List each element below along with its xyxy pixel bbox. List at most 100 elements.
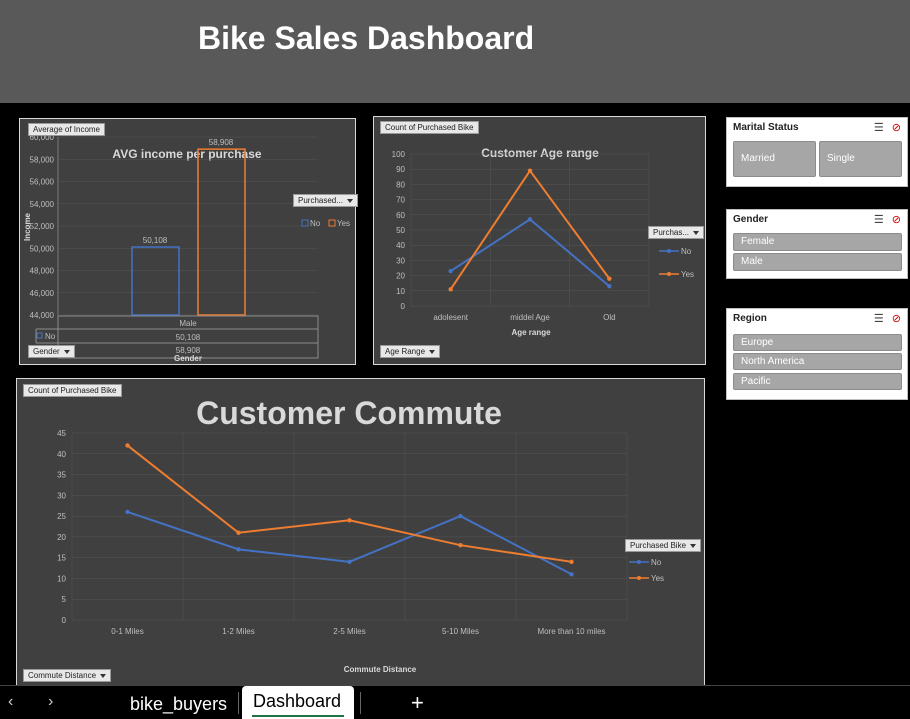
series-line-yes — [126, 444, 572, 563]
income-ytick-label: 52,000 — [30, 222, 55, 231]
commute-count-field-button[interactable]: Count of Purchased Bike — [23, 384, 122, 397]
slicer-item-single[interactable]: Single — [819, 141, 902, 177]
age-chart-svg: Customer Age range 0 10 20 30 40 50 60 70 80 90 10… — [392, 146, 694, 337]
clear-filter-icon[interactable]: ⊘ — [892, 122, 901, 134]
gender-field-button[interactable]: Gender — [28, 345, 75, 358]
income-chart-panel[interactable]: AVG income per purchase Income 44,000 46,… — [19, 118, 358, 365]
income-ytick-label: 48,000 — [30, 267, 55, 276]
clear-filter-icon[interactable]: ⊘ — [892, 214, 901, 226]
chevron-right-icon[interactable]: › — [48, 693, 53, 711]
ytick-label: 40 — [396, 241, 405, 250]
multi-select-icon[interactable]: ☰ — [874, 214, 884, 226]
income-bar-yes — [197, 148, 246, 316]
slicer-item-married[interactable]: Married — [733, 141, 816, 177]
income-bar-label: 58,908 — [209, 138, 234, 147]
ytick-label: 15 — [57, 554, 66, 563]
income-ytick-label: 54,000 — [30, 200, 55, 209]
xtick-label: 0-1 Miles — [111, 627, 143, 636]
ytick-label: 5 — [62, 595, 67, 604]
commute-purchased-filter-label: Purchased Bike — [630, 541, 687, 550]
slicer-item-male[interactable]: Male — [733, 253, 902, 271]
data-point — [607, 276, 612, 281]
table-no-label: No — [45, 332, 56, 341]
chevron-left-icon[interactable]: ‹ — [8, 693, 13, 711]
marital-status-slicer[interactable]: Marital Status ☰ ⊘ Married Single — [726, 117, 908, 187]
dropdown-icon — [429, 349, 436, 354]
income-chart-svg: AVG income per purchase Income 44,00046,… — [23, 133, 350, 363]
region-slicer[interactable]: Region ☰ ⊘ Europe North America Pacific — [726, 308, 908, 400]
ytick-label: 30 — [57, 491, 66, 500]
commute-chart-title: Customer Commute — [196, 395, 502, 431]
income-bar-label: 50,108 — [143, 236, 168, 245]
income-ytick-label: 50,000 — [30, 244, 55, 253]
filter-icon — [63, 349, 70, 354]
age-chart-panel[interactable]: Customer Age range 0 10 20 30 40 50 60 70 80 90 10… — [373, 116, 706, 365]
data-point — [125, 509, 130, 515]
commute-legend-no: No — [651, 558, 662, 567]
commute-purchased-filter-button[interactable]: Purchased Bike — [625, 539, 702, 552]
add-sheet-button[interactable]: + — [411, 690, 424, 716]
ytick-label: 30 — [396, 256, 405, 265]
count-purchased-field-button[interactable]: Count of Purchased Bike — [380, 121, 479, 134]
tab-dashboard[interactable]: Dashboard — [242, 686, 354, 719]
dropdown-icon — [693, 230, 700, 235]
multi-select-icon[interactable]: ☰ — [874, 122, 884, 134]
commute-chart-panel[interactable]: Customer Commute 0 5 10 15 20 25 30 35 40 45 0-1 M… — [16, 378, 705, 688]
ytick-label: 20 — [396, 272, 405, 281]
data-point — [347, 559, 352, 565]
xtick-label: Old — [603, 313, 615, 322]
ytick-label: 70 — [396, 196, 405, 205]
xtick-label: More than 10 miles — [537, 627, 605, 636]
ytick-label: 100 — [392, 150, 406, 159]
table-header: Male — [179, 319, 197, 328]
age-range-field-button[interactable]: Age Range — [380, 345, 441, 358]
slicer-item-europe[interactable]: Europe — [733, 334, 902, 351]
ytick-label: 50 — [396, 226, 405, 235]
slicer-item-pacific[interactable]: Pacific — [733, 373, 902, 390]
ytick-label: 45 — [57, 429, 66, 438]
age-purchased-filter-button[interactable]: Purchas... — [648, 226, 705, 239]
slicer-item-female[interactable]: Female — [733, 233, 902, 251]
slicer-item-north-america[interactable]: North America — [733, 353, 902, 370]
dropdown-icon — [100, 673, 107, 678]
income-bar-no — [131, 246, 180, 316]
average-income-field-button[interactable]: Average of Income — [28, 123, 106, 136]
age-xlabel: Age range — [511, 328, 551, 337]
income-ytick-label: 58,000 — [30, 155, 55, 164]
ytick-label: 40 — [57, 450, 66, 459]
ytick-label: 10 — [396, 287, 405, 296]
ytick-label: 0 — [401, 302, 406, 311]
age-legend-no: No — [681, 247, 692, 256]
xtick-label: 5-10 Miles — [442, 627, 479, 636]
multi-select-icon[interactable]: ☰ — [874, 313, 884, 325]
gender-slicer[interactable]: Gender ☰ ⊘ Female Male — [726, 209, 908, 279]
commute-distance-field-label: Commute Distance — [28, 671, 97, 680]
xtick-label: 2-5 Miles — [333, 627, 365, 636]
commute-xlabel: Commute Distance — [344, 665, 417, 674]
tab-dashboard-label: Dashboard — [253, 691, 342, 711]
xtick-label: 1-2 Miles — [222, 627, 254, 636]
slicer-title: Region — [733, 313, 767, 324]
purchased-filter-button[interactable]: Purchased... — [293, 194, 358, 207]
commute-distance-field-button[interactable]: Commute Distance — [23, 669, 112, 682]
clear-filter-icon[interactable]: ⊘ — [892, 313, 901, 325]
purchased-filter-label: Purchased... — [298, 196, 343, 205]
income-ytick-label: 56,000 — [30, 178, 55, 187]
xtick-label: middel Age — [510, 313, 550, 322]
income-ytick-label: 44,000 — [30, 311, 55, 320]
age-range-field-label: Age Range — [385, 347, 426, 356]
dropdown-icon — [690, 543, 697, 548]
ytick-label: 0 — [62, 616, 67, 625]
xtick-label: adolesent — [433, 313, 468, 322]
legend-no-swatch — [301, 219, 309, 227]
title-banner: Bike Sales Dashboard — [0, 0, 910, 103]
tab-bike-buyers[interactable]: bike_buyers — [130, 694, 227, 715]
data-point — [569, 572, 574, 577]
age-chart-title: Customer Age range — [481, 146, 599, 160]
ytick-label: 80 — [396, 180, 405, 189]
dashboard-title: Bike Sales Dashboard — [198, 20, 535, 56]
data-point — [347, 518, 352, 523]
slicer-title: Gender — [733, 214, 769, 225]
ytick-label: 35 — [57, 471, 66, 480]
ytick-label: 20 — [57, 533, 66, 542]
